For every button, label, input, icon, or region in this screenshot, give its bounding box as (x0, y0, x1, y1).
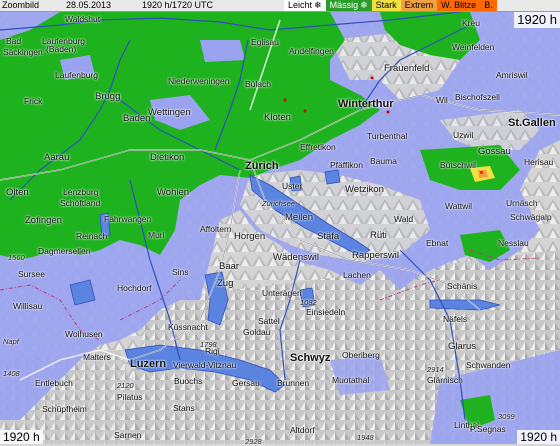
time-label: 1920 h/1720 UTC (142, 0, 214, 10)
timestamp-top-right: 1920 h (514, 12, 560, 28)
legend-moderate-label: Mässig (329, 0, 359, 10)
lightning-marker (480, 171, 483, 174)
rain-light-patch-3 (200, 40, 245, 62)
lake-sihl (299, 287, 316, 308)
legend-light: Leicht ❄ (284, 0, 326, 11)
snowflake-icon: ❄ (360, 0, 368, 10)
radar-map (0, 0, 560, 444)
lake-greifen (289, 175, 303, 192)
legend-moderate: Mässig ❄ (325, 0, 372, 11)
legend-lightning-extra: B. (480, 0, 497, 11)
lake-hallwil (99, 212, 111, 238)
lake-pfaeffikon (324, 169, 341, 185)
header-bar: Zoombild 28.05.2013 1920 h/1720 UTC Leic… (0, 0, 560, 12)
lake-sempach (69, 279, 96, 306)
rain-light-mid (330, 355, 390, 395)
legend-lightning: W. Blitze (437, 0, 481, 11)
legend-light-label: Leicht (288, 0, 313, 10)
legend-extreme: Extrem (400, 0, 438, 11)
timestamp-bottom-right: 1920 h (517, 430, 560, 444)
date-label: 28.05.2013 (66, 0, 112, 10)
timestamp-bottom-left: 1920 h (0, 430, 43, 444)
zoom-label: Zoombild (2, 0, 40, 10)
legend-strong: Stark (371, 0, 401, 11)
legend: Leicht ❄ Mässig ❄ Stark Extrem W. Blitze… (284, 0, 497, 11)
snowflake-icon: ❄ (314, 0, 322, 10)
